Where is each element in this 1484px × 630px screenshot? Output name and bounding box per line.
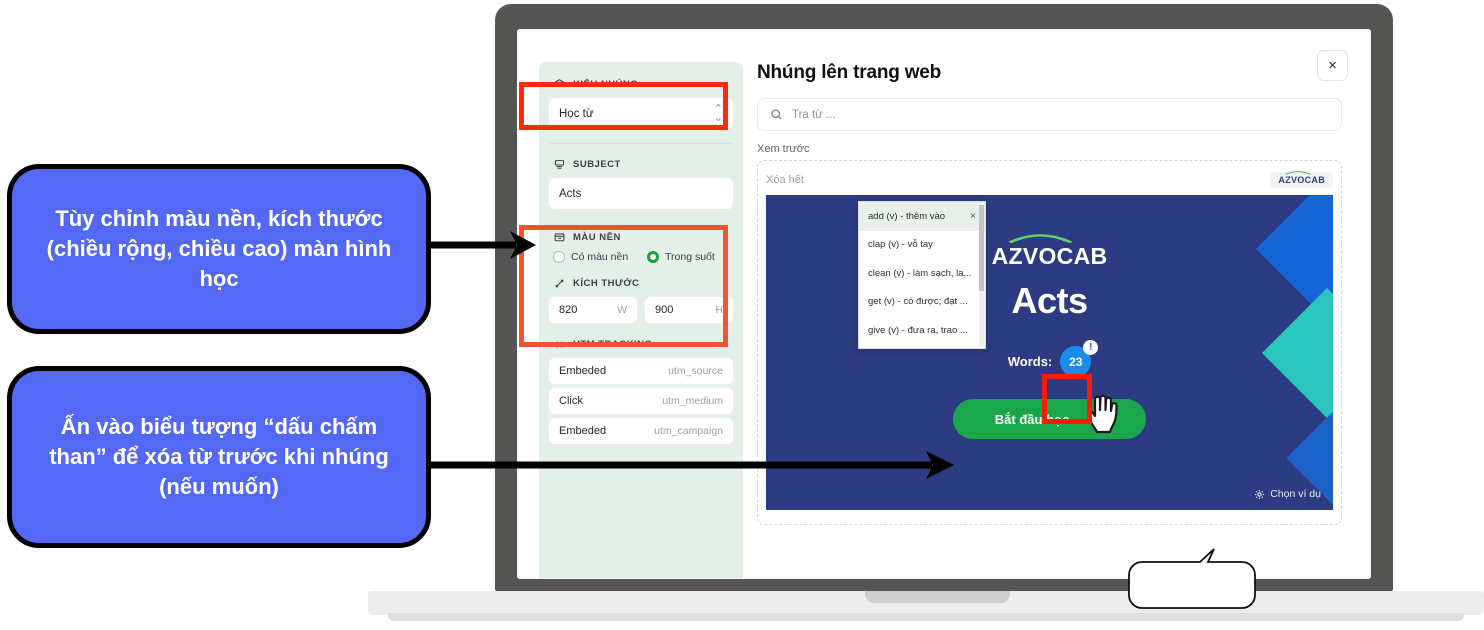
utm-row-medium[interactable]: Click utm_medium: [549, 388, 733, 414]
callout-customize-text: Tùy chỉnh màu nền, kích thước (chiều rộn…: [46, 206, 392, 291]
utm-medium-value: Click: [559, 395, 583, 407]
brand-logo-badge: AZVOCAB: [1270, 171, 1333, 188]
highlight-box-embed-style: [519, 82, 728, 130]
word-list-item[interactable]: get (v) - có được; đạt ...: [859, 288, 985, 317]
clear-all-button[interactable]: Xóa hết: [766, 174, 804, 186]
exclamation-icon[interactable]: !: [1083, 340, 1099, 355]
word-item-text: give (v) - đưa ra, trao ...: [868, 324, 968, 336]
word-item-text: get (v) - có được; đạt ...: [868, 296, 968, 308]
subject-value: Acts: [559, 187, 582, 200]
logo-text-small: AZVOCAB: [1278, 175, 1325, 185]
utm-medium-key: utm_medium: [662, 395, 723, 407]
preview-title: Acts: [1011, 280, 1088, 321]
highlight-box-exclamation: [1042, 374, 1092, 424]
word-list-item[interactable]: clap (v) - vỗ tay: [859, 231, 985, 260]
callout-exclamation: Ấn vào biểu tượng “dấu chấm than” để xóa…: [7, 366, 431, 548]
remove-word-icon[interactable]: ×: [970, 211, 976, 222]
preview-toolbar: Xóa hết AZVOCAB: [766, 169, 1333, 191]
utm-campaign-value: Embeded: [559, 425, 607, 437]
choose-example-button[interactable]: Chọn ví dụ: [1254, 488, 1321, 500]
utm-source-value: Embeded: [559, 365, 607, 377]
word-list-item[interactable]: give (v) - đưa ra, trao ...: [859, 316, 985, 345]
section-header-subject: SUBJECT: [549, 143, 733, 171]
words-row: Words: 23 !: [766, 340, 1333, 377]
search-input[interactable]: Tra từ ...: [757, 98, 1342, 131]
subject-icon: [554, 160, 565, 169]
azvocab-logo-large: AZVOCAB: [991, 233, 1108, 270]
subject-input[interactable]: Acts: [549, 178, 733, 209]
words-label: Words:: [1007, 354, 1053, 369]
laptop-base-lip: [388, 613, 1464, 621]
arrow-to-exclamation-badge: [422, 451, 954, 479]
words-count-badge[interactable]: 23 !: [1060, 340, 1099, 377]
words-count-value: 23: [1069, 354, 1083, 369]
search-placeholder: Tra từ ...: [792, 108, 836, 121]
word-list-item[interactable]: add (v) - thêm vào ×: [859, 202, 985, 231]
utm-row-source[interactable]: Embeded utm_source: [549, 358, 733, 384]
word-item-text: clean (v) - làm sạch, la...: [868, 267, 972, 279]
word-item-text: add (v) - thêm vào: [868, 210, 946, 222]
utm-rows: Embeded utm_source Click utm_medium Embe…: [549, 358, 733, 444]
choose-example-label: Chọn ví dụ: [1270, 488, 1321, 500]
logo-text-large: AZVOCAB: [991, 243, 1108, 269]
logo-arc-icon: [1285, 171, 1311, 175]
gear-icon: [1255, 489, 1265, 499]
callout-exclamation-text: Ấn vào biểu tượng “dấu chấm than” để xóa…: [49, 414, 389, 499]
highlight-box-background-size: [519, 225, 728, 347]
callout-customize: Tùy chỉnh màu nền, kích thước (chiều rộn…: [7, 164, 431, 334]
search-icon: [771, 109, 782, 120]
word-list-item[interactable]: clean (v) - làm sạch, la...: [859, 259, 985, 288]
utm-row-campaign[interactable]: Embeded utm_campaign: [549, 418, 733, 444]
dropdown-scrollbar-thumb[interactable]: [979, 205, 984, 291]
word-item-text: clap (v) - vỗ tay: [868, 239, 933, 251]
laptop-trackpad-notch: [865, 591, 1010, 603]
word-list-item[interactable]: have (v) - có, sở hữu: [859, 345, 985, 349]
arrow-to-background-section: [422, 231, 536, 259]
preview-label: Xem trước: [757, 143, 810, 155]
utm-source-key: utm_source: [668, 365, 723, 377]
word-list-dropdown[interactable]: add (v) - thêm vào × clap (v) - vỗ tay c…: [858, 201, 986, 349]
page-title: Nhúng lên trang web: [757, 62, 942, 83]
screenshot-root: × KIỂU NHÚNG Học từ ⌃ ⌄ SUBJECT Acts MÀU…: [0, 0, 1484, 630]
empty-speech-bubble: [1128, 548, 1256, 609]
logo-arc-icon-large: [1008, 233, 1073, 243]
utm-campaign-key: utm_campaign: [654, 425, 723, 437]
azvocab-logo-small: AZVOCAB: [1278, 171, 1325, 185]
section-label-subject: SUBJECT: [573, 159, 621, 170]
